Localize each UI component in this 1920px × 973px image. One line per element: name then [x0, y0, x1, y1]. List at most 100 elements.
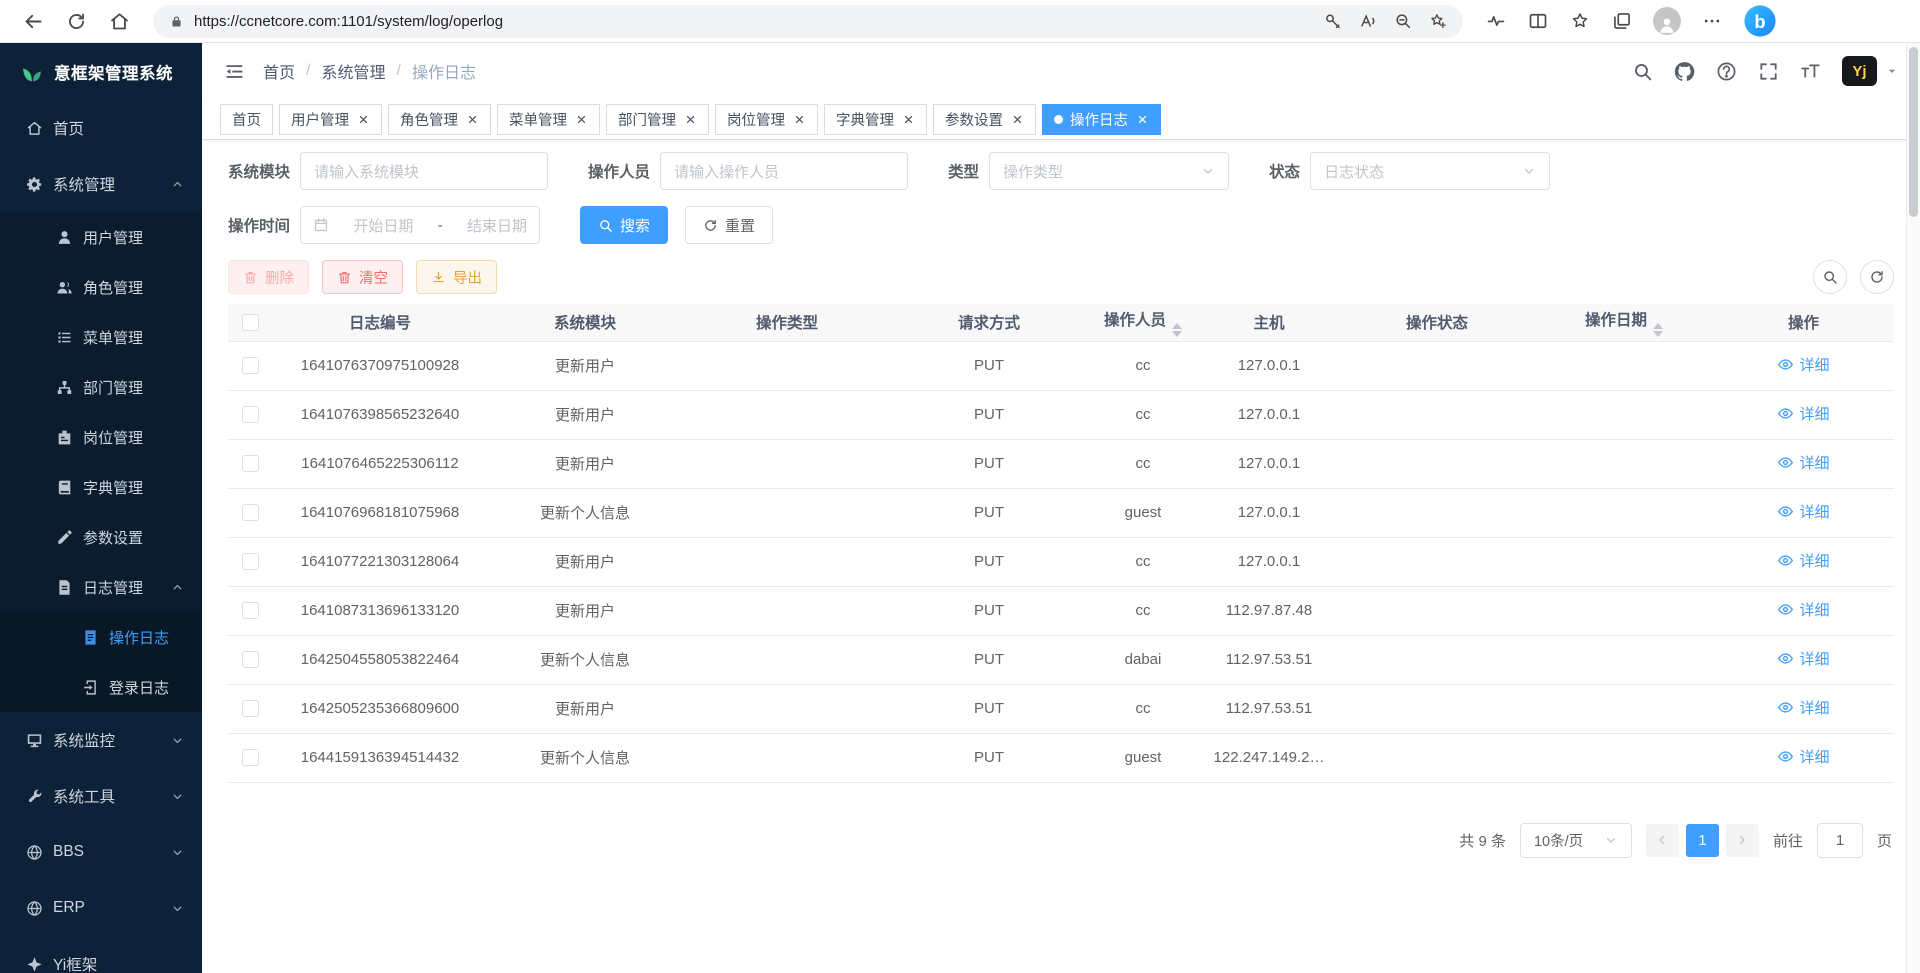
tab-oper-log[interactable]: 操作日志 [1042, 104, 1161, 135]
sidebar-item-role-mgmt[interactable]: 角色管理 [0, 262, 202, 312]
detail-link[interactable]: 详细 [1777, 354, 1829, 375]
close-icon[interactable] [684, 113, 697, 126]
column-header[interactable]: 操作日期 [1535, 304, 1713, 341]
font-size-icon[interactable] [1800, 61, 1821, 82]
row-checkbox[interactable] [242, 700, 259, 717]
select-all-checkbox[interactable] [242, 314, 259, 331]
operator-input[interactable]: 请输入操作人员 [660, 152, 908, 190]
sidebar-item-param-settings[interactable]: 参数设置 [0, 512, 202, 562]
sort-carets-icon[interactable] [1653, 323, 1663, 337]
row-checkbox[interactable] [242, 357, 259, 374]
tab-menu-mgmt[interactable]: 菜单管理 [497, 104, 600, 135]
sidebar-item-bbs[interactable]: BBS [0, 824, 202, 880]
sidebar-item-system-mgmt[interactable]: 系统管理 [0, 156, 202, 212]
read-aloud-icon[interactable] [1359, 12, 1377, 30]
browser-essentials-icon[interactable] [1486, 11, 1506, 31]
close-icon[interactable] [466, 113, 479, 126]
detail-link[interactable]: 详细 [1777, 599, 1829, 620]
detail-link[interactable]: 详细 [1777, 452, 1829, 473]
detail-link[interactable]: 详细 [1777, 550, 1829, 571]
address-bar[interactable]: https://ccnetcore.com:1101/system/log/op… [153, 5, 1463, 38]
close-icon[interactable] [1011, 113, 1024, 126]
close-icon[interactable] [793, 113, 806, 126]
browser-more-icon[interactable] [1702, 11, 1722, 31]
bing-icon[interactable]: b [1743, 4, 1777, 38]
avatar-caret-icon[interactable] [1886, 65, 1898, 77]
sidebar-item-user-mgmt[interactable]: 用户管理 [0, 212, 202, 262]
sidebar-item-dept-mgmt[interactable]: 部门管理 [0, 362, 202, 412]
url-text[interactable]: https://ccnetcore.com:1101/system/log/op… [194, 13, 1314, 30]
next-page-button[interactable] [1726, 824, 1759, 857]
password-key-icon[interactable] [1324, 12, 1342, 30]
tab-dept-mgmt[interactable]: 部门管理 [606, 104, 709, 135]
split-screen-icon[interactable] [1528, 11, 1548, 31]
zoom-out-icon[interactable] [1394, 12, 1412, 30]
row-checkbox[interactable] [242, 749, 259, 766]
close-icon[interactable] [1136, 113, 1149, 126]
delete-button[interactable]: 删除 [228, 260, 309, 294]
sidebar-item-login-log[interactable]: 登录日志 [0, 662, 202, 712]
sidebar-item-post-mgmt[interactable]: 岗位管理 [0, 412, 202, 462]
row-checkbox[interactable] [242, 455, 259, 472]
clear-button[interactable]: 清空 [322, 260, 403, 294]
detail-link[interactable]: 详细 [1777, 697, 1829, 718]
detail-link[interactable]: 详细 [1777, 746, 1829, 767]
date-range-input[interactable]: 开始日期 - 结束日期 [300, 206, 540, 244]
page-size-select[interactable]: 10条/页 [1520, 823, 1632, 858]
header-search-icon[interactable] [1632, 61, 1653, 82]
sidebar-item-oper-log[interactable]: 操作日志 [0, 612, 202, 662]
breadcrumb-system-mgmt[interactable]: 系统管理 [321, 59, 385, 83]
column-header[interactable]: 操作人员 [1087, 304, 1199, 341]
fullscreen-icon[interactable] [1758, 61, 1779, 82]
prev-page-button[interactable] [1646, 824, 1679, 857]
search-button[interactable]: 搜索 [580, 206, 668, 244]
row-checkbox[interactable] [242, 651, 259, 668]
help-icon[interactable] [1716, 61, 1737, 82]
row-checkbox[interactable] [242, 406, 259, 423]
add-favorite-icon[interactable] [1429, 12, 1447, 30]
toggle-search-button[interactable] [1813, 260, 1847, 294]
row-checkbox[interactable] [242, 602, 259, 619]
breadcrumb-home[interactable]: 首页 [263, 59, 295, 83]
sort-carets-icon[interactable] [1172, 323, 1182, 337]
detail-link[interactable]: 详细 [1777, 648, 1829, 669]
tab-dict-mgmt[interactable]: 字典管理 [824, 104, 927, 135]
sidebar-item-dict-mgmt[interactable]: 字典管理 [0, 462, 202, 512]
type-select[interactable]: 操作类型 [989, 152, 1229, 190]
tab-role-mgmt[interactable]: 角色管理 [388, 104, 491, 135]
sidebar-item-log-mgmt[interactable]: 日志管理 [0, 562, 202, 612]
browser-refresh-icon[interactable] [66, 11, 87, 32]
user-avatar-logo[interactable]: Yj [1842, 56, 1877, 86]
reset-button[interactable]: 重置 [685, 206, 773, 244]
tab-param-settings[interactable]: 参数设置 [933, 104, 1036, 135]
detail-link[interactable]: 详细 [1777, 403, 1829, 424]
goto-page-input[interactable]: 1 [1817, 823, 1863, 858]
close-icon[interactable] [902, 113, 915, 126]
browser-back-icon[interactable] [23, 11, 44, 32]
sidebar-item-yi-framework[interactable]: Yi框架 [0, 936, 202, 973]
module-input[interactable]: 请输入系统模块 [300, 152, 548, 190]
collections-icon[interactable] [1612, 11, 1632, 31]
browser-home-icon[interactable] [109, 11, 130, 32]
github-icon[interactable] [1674, 61, 1695, 82]
sidebar-item-home[interactable]: 首页 [0, 100, 202, 156]
scrollbar-thumb[interactable] [1909, 47, 1918, 217]
status-select[interactable]: 日志状态 [1310, 152, 1550, 190]
browser-profile-avatar[interactable] [1653, 7, 1681, 35]
sidebar-item-erp[interactable]: ERP [0, 880, 202, 936]
row-checkbox[interactable] [242, 504, 259, 521]
tab-post-mgmt[interactable]: 岗位管理 [715, 104, 818, 135]
app-logo[interactable]: 意框架管理系统 [0, 43, 202, 100]
page-scrollbar[interactable] [1906, 43, 1920, 973]
refresh-table-button[interactable] [1860, 260, 1894, 294]
row-checkbox[interactable] [242, 553, 259, 570]
sidebar-item-system-tools[interactable]: 系统工具 [0, 768, 202, 824]
close-icon[interactable] [575, 113, 588, 126]
export-button[interactable]: 导出 [416, 260, 497, 294]
menu-fold-icon[interactable] [224, 61, 245, 82]
sidebar-item-system-monitor[interactable]: 系统监控 [0, 712, 202, 768]
favorites-icon[interactable] [1570, 11, 1590, 31]
page-number-button[interactable]: 1 [1686, 824, 1719, 857]
close-icon[interactable] [357, 113, 370, 126]
sidebar-item-menu-mgmt[interactable]: 菜单管理 [0, 312, 202, 362]
